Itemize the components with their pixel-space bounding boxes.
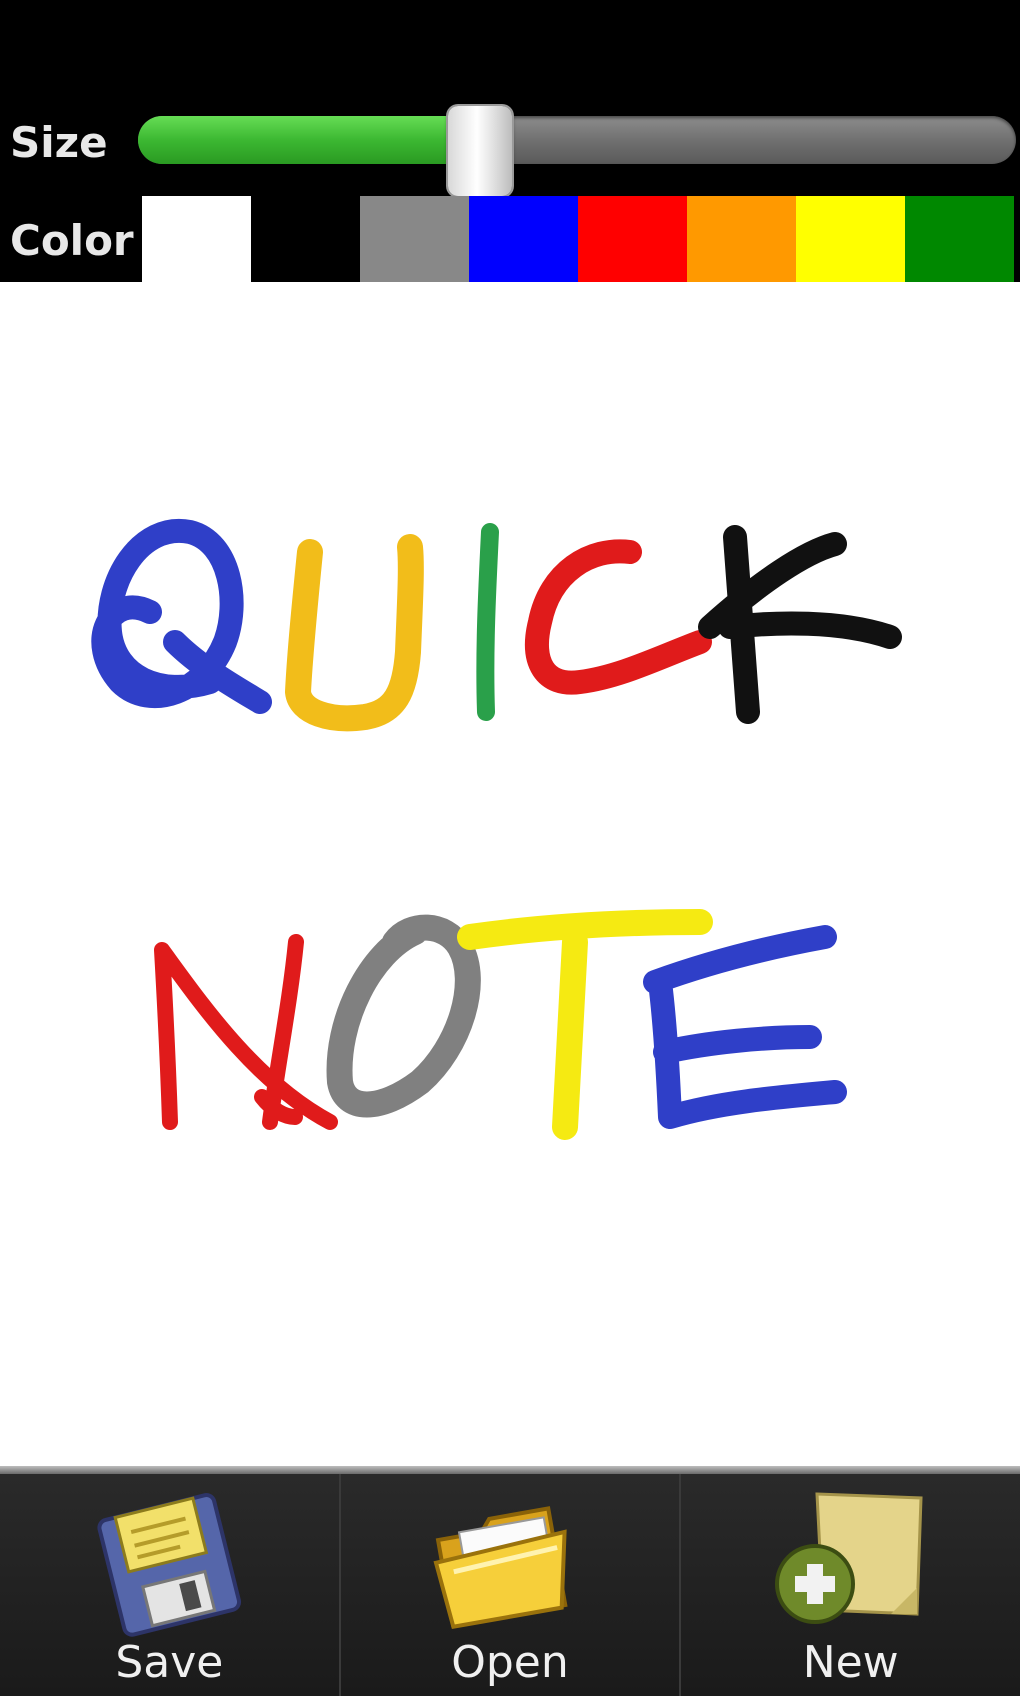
quick-note-app: Size Color Save Open New <box>0 0 1020 1696</box>
size-slider-fill <box>138 116 480 164</box>
open-button-label: Open <box>451 1637 569 1688</box>
color-swatch-gray[interactable] <box>360 196 469 282</box>
new-button[interactable]: New <box>679 1474 1020 1696</box>
save-button[interactable]: Save <box>0 1474 339 1696</box>
folder-icon <box>433 1506 568 1630</box>
color-swatch-orange[interactable] <box>687 196 796 282</box>
save-button-label: Save <box>115 1637 224 1688</box>
stroke-e <box>643 925 847 1129</box>
size-slider-thumb[interactable] <box>448 106 512 196</box>
drawing-strokes <box>91 518 902 1140</box>
color-swatch-yellow[interactable] <box>796 196 905 282</box>
canvas-bottom-edge <box>0 1466 1020 1474</box>
color-row: Color <box>0 196 1020 282</box>
drawing-canvas[interactable] <box>0 282 1020 1472</box>
new-button-label: New <box>802 1637 899 1688</box>
top-band <box>0 0 1020 100</box>
stroke-o <box>326 914 481 1118</box>
size-slider[interactable] <box>138 106 1016 196</box>
new-note-icon <box>774 1492 923 1624</box>
color-swatch-red[interactable] <box>578 196 687 282</box>
size-label: Size <box>10 118 108 167</box>
color-swatch-black[interactable] <box>251 196 360 282</box>
color-swatch-green[interactable] <box>905 196 1014 282</box>
open-button[interactable]: Open <box>338 1474 680 1696</box>
color-swatch-white[interactable] <box>142 196 251 282</box>
stroke-n <box>154 934 338 1130</box>
stroke-i <box>476 523 499 721</box>
stroke-c <box>525 539 712 695</box>
floppy-disk-icon <box>97 1493 242 1637</box>
color-swatches <box>142 196 1014 282</box>
bottom-action-bar: Save Open New <box>0 1474 1020 1696</box>
stroke-k <box>698 525 902 724</box>
stroke-u <box>285 534 424 732</box>
stroke-q <box>91 518 272 714</box>
size-row: Size <box>0 100 1020 196</box>
color-swatch-blue[interactable] <box>469 196 578 282</box>
color-label: Color <box>10 216 134 265</box>
